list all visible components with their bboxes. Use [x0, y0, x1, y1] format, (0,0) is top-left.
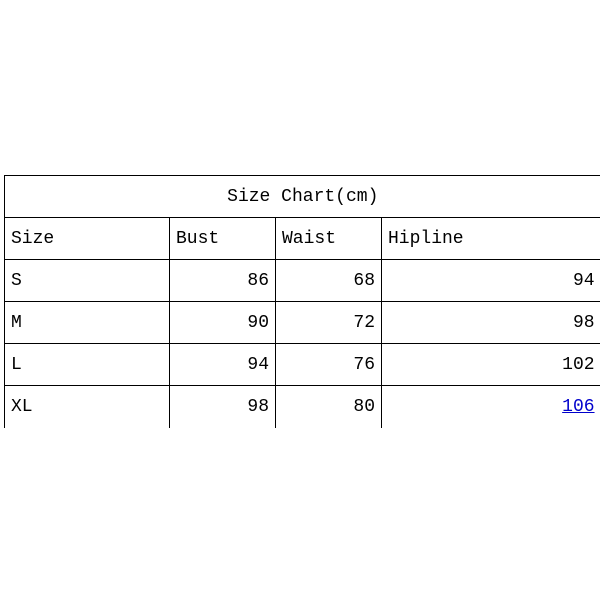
cell-size: M: [5, 302, 170, 344]
cell-waist: 80: [276, 386, 382, 428]
col-header-bust: Bust: [170, 218, 276, 260]
cell-bust: 90: [170, 302, 276, 344]
cell-hipline: 98: [382, 302, 600, 344]
table-title: Size Chart(cm): [5, 176, 600, 218]
table-row: S 86 68 94: [5, 260, 600, 302]
col-header-hipline: Hipline: [382, 218, 600, 260]
cell-waist: 68: [276, 260, 382, 302]
cell-bust: 98: [170, 386, 276, 428]
table-row: M 90 72 98: [5, 302, 600, 344]
cell-hipline: 102: [382, 344, 600, 386]
cell-size: S: [5, 260, 170, 302]
cell-hipline[interactable]: 106: [382, 386, 600, 428]
cell-size: XL: [5, 386, 170, 428]
size-chart-table: Size Chart(cm) Size Bust Waist Hipline S…: [4, 175, 600, 428]
col-header-size: Size: [5, 218, 170, 260]
hipline-link[interactable]: 106: [562, 397, 594, 417]
cell-hipline: 94: [382, 260, 600, 302]
cell-waist: 76: [276, 344, 382, 386]
table-row: XL 98 80 106: [5, 386, 600, 428]
cell-bust: 86: [170, 260, 276, 302]
size-chart-table-wrapper: Size Chart(cm) Size Bust Waist Hipline S…: [4, 175, 600, 428]
cell-size: L: [5, 344, 170, 386]
col-header-waist: Waist: [276, 218, 382, 260]
table-row: L 94 76 102: [5, 344, 600, 386]
cell-bust: 94: [170, 344, 276, 386]
cell-waist: 72: [276, 302, 382, 344]
